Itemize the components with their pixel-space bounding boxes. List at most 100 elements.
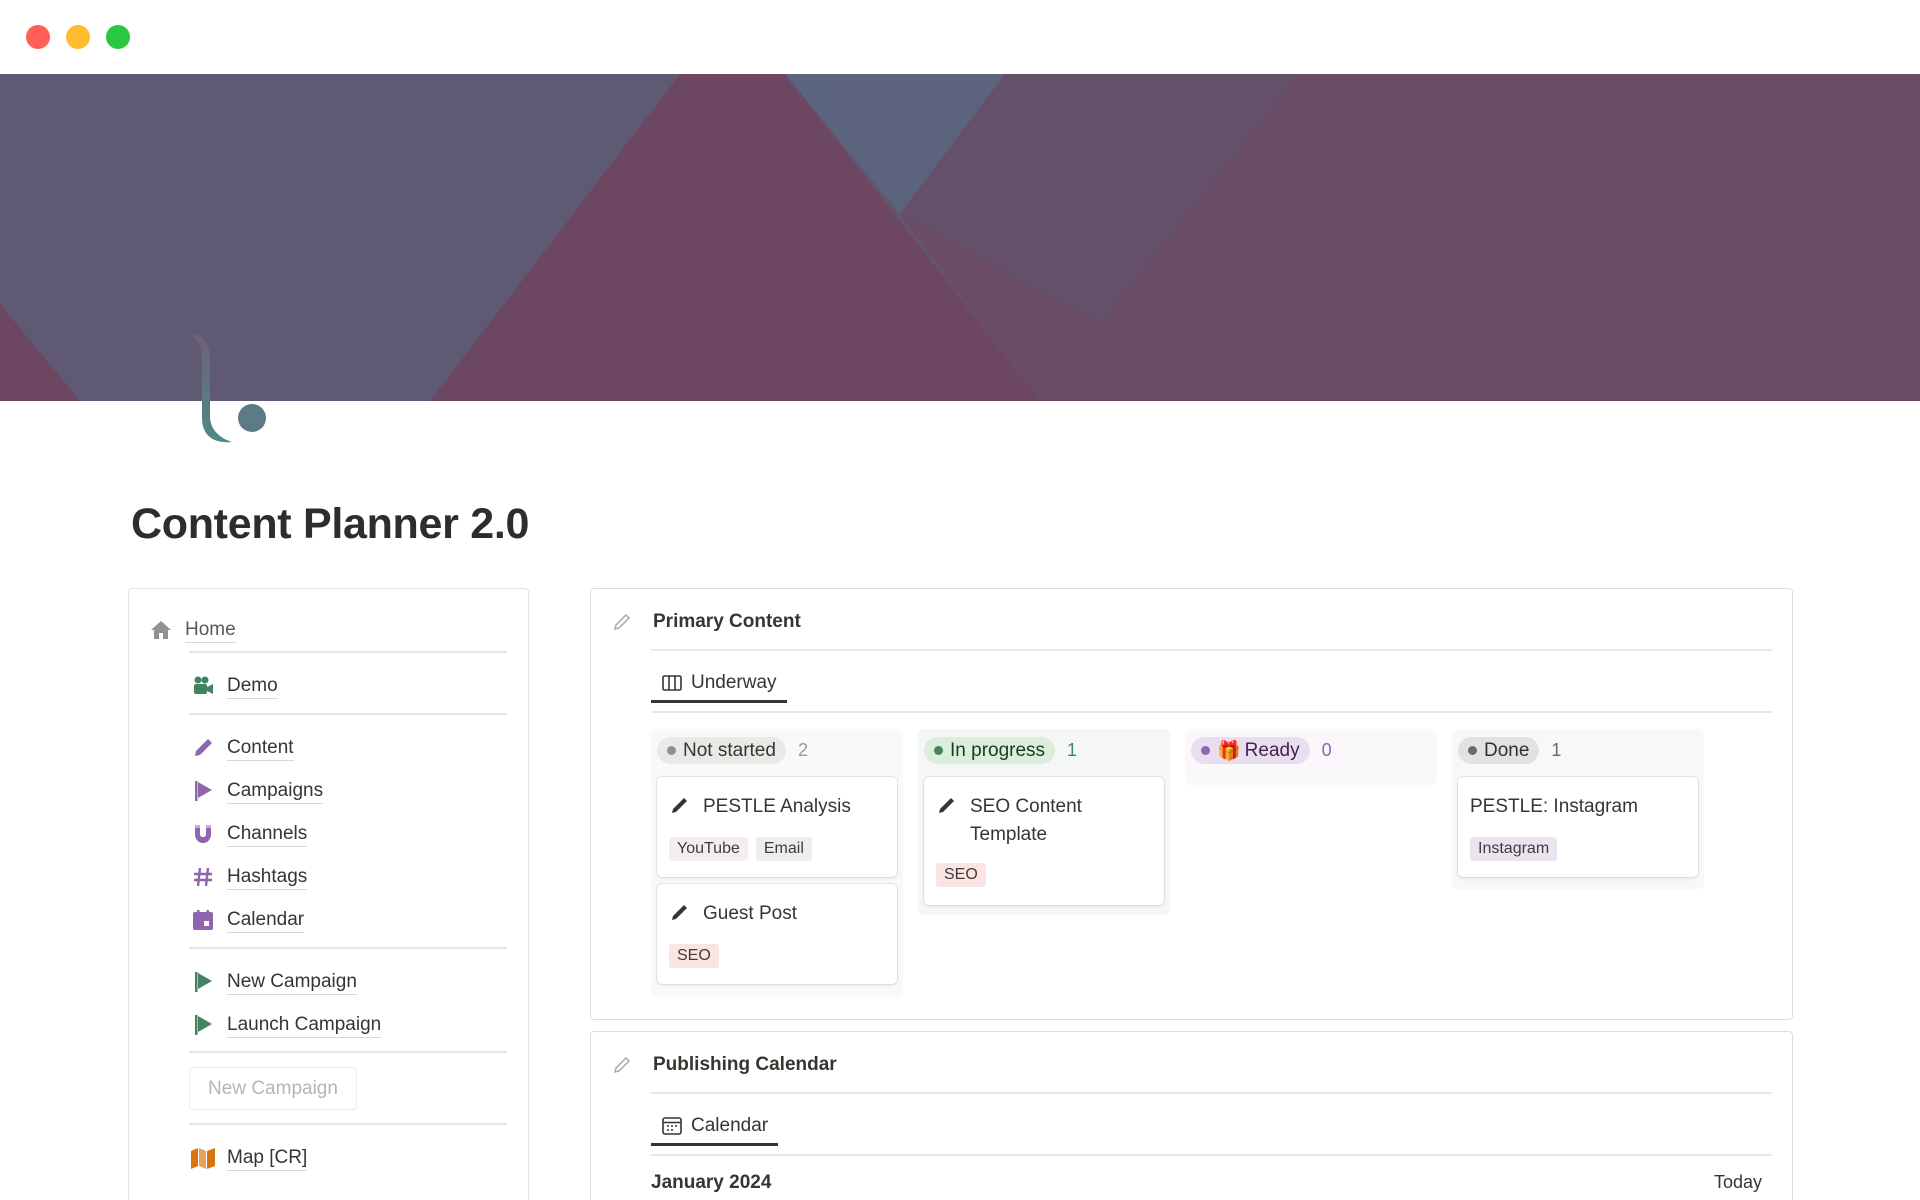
board-card[interactable]: SEO Content Template SEO [924,777,1164,905]
status-dot [1468,746,1477,755]
today-button[interactable]: Today [1714,1172,1762,1193]
navigation-card: Home Demo Content Campaigns Channels Has… [128,588,529,1200]
nav-item-label: Calendar [227,908,305,933]
publishing-calendar-panel: Publishing Calendar Calendar January 202… [590,1031,1793,1200]
board-column-done: Done 1 PESTLE: Instagram Instagram [1452,729,1704,889]
page-title: Content Planner 2.0 [131,500,530,548]
nav-divider [189,947,507,949]
map-icon [189,1144,217,1172]
tab-calendar[interactable]: Calendar [651,1108,779,1146]
column-count: 1 [1067,740,1078,760]
flag-icon [189,968,217,996]
nav-item-home[interactable]: Home [147,613,236,647]
column-header: Done 1 [1458,737,1561,764]
status-dot [934,746,943,755]
panel-divider [651,1092,1772,1094]
pencil-icon [669,794,691,816]
tab-label: Underway [691,671,777,693]
page-cover[interactable] [0,74,1920,401]
pencil-icon [669,901,691,923]
calendar-month-label: January 2024 [651,1172,772,1193]
board-card[interactable]: Guest Post SEO [657,884,897,984]
minimize-window-button[interactable] [66,25,90,49]
status-dot [667,746,676,755]
logo-icon[interactable] [180,330,280,450]
nav-item-map[interactable]: Map [CR] [189,1141,308,1175]
card-title: SEO Content Template [970,796,1082,845]
column-count: 0 [1321,740,1332,760]
nav-item-channels[interactable]: Channels [189,817,308,851]
pencil-icon [611,1054,633,1076]
column-header: Not started 2 [657,737,808,764]
nav-item-hashtags[interactable]: Hashtags [189,860,308,894]
column-header: In progress 1 [924,737,1077,764]
zoom-window-button[interactable] [106,25,130,49]
nav-item-launch-campaign[interactable]: Launch Campaign [189,1008,382,1042]
tab-label: Calendar [691,1114,769,1136]
gift-icon: 🎁 [1217,740,1241,762]
nav-item-new-campaign[interactable]: New Campaign [189,965,357,999]
nav-item-label: Map [CR] [227,1146,308,1171]
card-title: PESTLE: Instagram [1470,796,1638,817]
calendar-icon [661,1115,683,1137]
board-card[interactable]: PESTLE: Instagram Instagram [1458,777,1698,877]
status-badge[interactable]: Not started [657,737,786,764]
nav-item-label: Content [227,736,294,761]
board-column-in-progress: In progress 1 SEO Content Template SEO [918,729,1170,915]
board-column-ready: 🎁 Ready 0 [1185,729,1437,785]
nav-item-label: New Campaign [227,970,357,995]
panel-title[interactable]: Publishing Calendar [653,1054,837,1076]
nav-item-label: Hashtags [227,865,308,890]
flag-icon [189,777,217,805]
nav-item-content[interactable]: Content [189,731,294,765]
nav-item-calendar[interactable]: Calendar [189,903,305,937]
column-count: 1 [1551,740,1562,760]
video-camera-icon [189,672,217,700]
nav-item-label: Channels [227,822,308,847]
column-header: 🎁 Ready 0 [1191,737,1332,764]
nav-divider [189,1051,507,1053]
nav-item-label: Home [185,618,236,643]
tag-email: Email [755,837,812,861]
hashtag-icon [189,863,217,891]
panel-header: Primary Content [611,611,801,633]
board-card[interactable]: PESTLE Analysis YouTube Email [657,777,897,877]
new-campaign-button[interactable]: New Campaign [189,1067,357,1110]
panel-header: Publishing Calendar [611,1054,837,1076]
tab-divider [651,711,1772,713]
tag-instagram: Instagram [1470,837,1558,861]
status-label: Ready [1244,739,1300,761]
panel-title[interactable]: Primary Content [653,611,801,633]
home-icon [147,616,175,644]
status-badge[interactable]: Done [1458,737,1540,764]
card-title: Guest Post [703,903,797,924]
status-badge[interactable]: In progress [924,737,1056,764]
board-icon [661,672,683,694]
magnet-icon [189,820,217,848]
nav-divider [189,651,507,653]
primary-content-panel: Primary Content Underway Not started 2 P… [590,588,1793,1020]
nav-item-label: Demo [227,674,278,699]
tab-divider [651,1154,1772,1156]
tab-underway[interactable]: Underway [651,665,787,703]
flag-icon [189,1011,217,1039]
cover-pattern [0,74,1920,401]
status-dot [1201,746,1210,755]
board-column-not-started: Not started 2 PESTLE Analysis YouTube Em… [651,729,903,997]
close-window-button[interactable] [26,25,50,49]
status-badge[interactable]: 🎁 Ready [1191,737,1310,764]
nav-item-demo[interactable]: Demo [189,669,278,703]
nav-item-label: Campaigns [227,779,324,804]
nav-divider [189,713,507,715]
pencil-icon [936,794,958,816]
calendar-icon [189,906,217,934]
window-titlebar [0,0,1920,74]
card-title: PESTLE Analysis [703,796,851,817]
tag-seo: SEO [936,863,986,887]
nav-item-label: Launch Campaign [227,1013,382,1038]
pencil-icon [611,611,633,633]
column-count: 2 [797,740,808,760]
nav-item-campaigns[interactable]: Campaigns [189,774,324,808]
panel-divider [651,649,1772,651]
status-label: In progress [950,739,1046,761]
